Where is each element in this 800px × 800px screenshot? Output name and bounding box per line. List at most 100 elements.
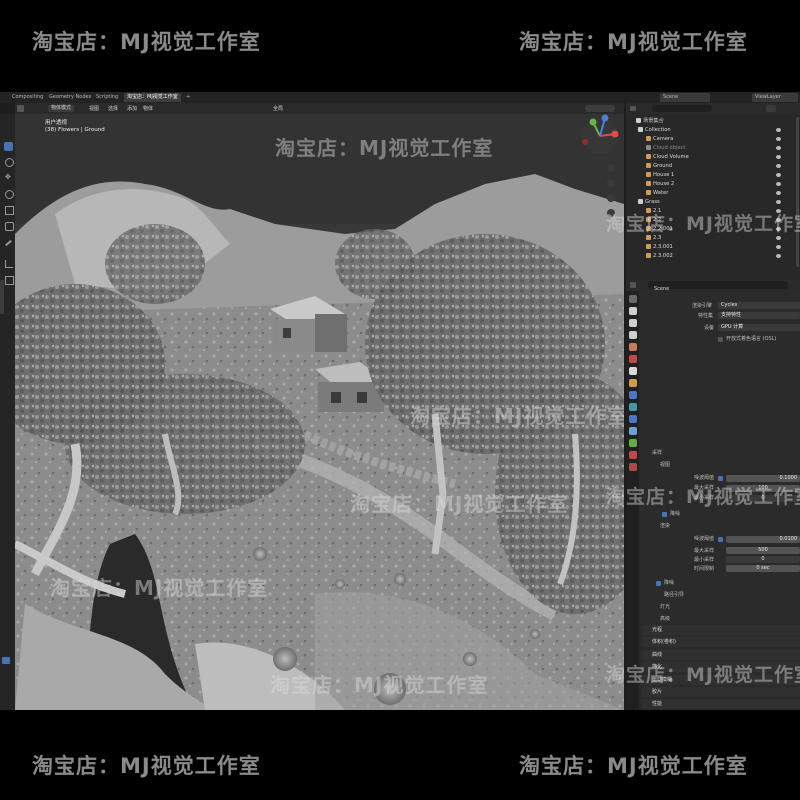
tab-custom-workspace[interactable]: 淘宝店：MJ视觉工作室 (124, 93, 181, 102)
visibility-eye-icon[interactable] (776, 245, 781, 249)
osl-checkbox[interactable] (718, 337, 723, 342)
outliner-row[interactable]: Ground (646, 162, 781, 170)
scene-selector[interactable]: Scene (660, 93, 710, 102)
options-button[interactable]: 选项 (602, 114, 612, 115)
menu-select[interactable]: 选择 (108, 105, 118, 112)
menu-object[interactable]: 物体 (143, 105, 153, 112)
outliner-row[interactable]: 2.3.002 (646, 252, 781, 260)
outliner-row[interactable]: Cloud Volume (646, 153, 781, 161)
texture-tab-icon[interactable] (629, 463, 637, 471)
device-dropdown[interactable]: GPU 计算 (718, 324, 800, 331)
select-tool-icon[interactable] (4, 142, 13, 151)
cursor-tool-icon[interactable] (5, 158, 14, 167)
time-limit-field[interactable]: 0 sec (726, 565, 800, 572)
properties-editor-icon[interactable] (630, 282, 636, 288)
constraints-tab-icon[interactable] (629, 427, 637, 435)
scale-tool-icon[interactable] (5, 206, 14, 215)
property-section-header[interactable]: 性能 (642, 699, 800, 710)
annotate-tool-icon[interactable] (5, 239, 12, 247)
outliner-search-input[interactable] (652, 105, 712, 112)
material-tab-icon[interactable] (629, 451, 637, 459)
outliner-scrollbar[interactable] (796, 117, 799, 267)
view-layer-tab-icon[interactable] (629, 331, 637, 339)
sidebar-tab-icon[interactable] (0, 280, 4, 314)
object-tab-icon[interactable] (629, 379, 637, 387)
particles-tab-icon[interactable] (629, 403, 637, 411)
lights-header[interactable]: 灯光 (660, 603, 670, 611)
visibility-eye-icon[interactable] (776, 236, 781, 240)
outliner-row[interactable]: House 1 (646, 171, 781, 179)
visibility-eye-icon[interactable] (776, 155, 781, 159)
zoom-icon[interactable] (607, 164, 615, 172)
3d-viewport[interactable]: 用户透视 (38) Flowers | Ground 选项 淘宝店：MJ视觉工作… (15, 114, 624, 710)
tab-geometry-nodes[interactable]: Geometry Nodes (46, 93, 94, 102)
visibility-eye-icon[interactable] (776, 254, 781, 258)
shading-mode-buttons[interactable] (585, 105, 615, 112)
render-tab-icon[interactable] (629, 307, 637, 315)
vp-denoise-checkbox[interactable] (662, 512, 667, 517)
output-tab-icon[interactable] (629, 319, 637, 327)
r-max-samples-field[interactable]: 500 (726, 547, 800, 554)
visibility-eye-icon[interactable] (776, 173, 781, 177)
visibility-eye-icon[interactable] (776, 128, 781, 132)
tab-compositing[interactable]: Compositing (9, 93, 46, 102)
render-engine-dropdown[interactable]: Cycles (718, 302, 800, 309)
visibility-eye-icon[interactable] (776, 182, 781, 186)
add-cube-tool-icon[interactable] (5, 276, 14, 285)
physics-tab-icon[interactable] (629, 415, 637, 423)
render-sampling-header[interactable]: 渲染 (660, 522, 670, 530)
visibility-eye-icon[interactable] (776, 137, 781, 141)
scene-tab-icon[interactable] (629, 343, 637, 351)
tab-scripting[interactable]: Scripting (93, 93, 121, 102)
editor-type-icon[interactable] (17, 105, 24, 112)
view-layer-selector[interactable]: ViewLayer (752, 93, 798, 102)
visibility-eye-icon[interactable] (776, 146, 781, 150)
move-tool-icon[interactable]: ✥ (5, 174, 12, 181)
outliner-row[interactable]: Water (646, 189, 781, 197)
advanced-header[interactable]: 高级 (660, 615, 670, 623)
outliner-row[interactable]: House 2 (646, 180, 781, 188)
bottom-status-icon[interactable] (2, 657, 10, 664)
camera-view-icon[interactable] (607, 194, 615, 202)
outliner-row[interactable]: Grass (638, 198, 781, 206)
visibility-eye-icon[interactable] (776, 191, 781, 195)
transform-tool-icon[interactable] (5, 222, 14, 231)
r-noise-threshold-checkbox[interactable] (718, 537, 723, 542)
property-section-header[interactable]: 胶片 (642, 687, 800, 697)
tool-tab-icon[interactable] (629, 295, 637, 303)
transform-orientation-dropdown[interactable]: 全局 (273, 105, 283, 112)
outliner-row[interactable]: Cloud object (646, 144, 781, 152)
blender-window: Compositing Geometry Nodes Scripting 淘宝店… (0, 92, 800, 710)
rotate-tool-icon[interactable] (5, 190, 14, 199)
r-noise-threshold-field[interactable]: 0.0100 (726, 536, 800, 543)
add-workspace-button[interactable]: + (183, 93, 193, 102)
path-guiding-header[interactable]: 路径引导 (664, 591, 684, 599)
outliner-row[interactable]: Collection (638, 126, 781, 134)
r-min-samples-field[interactable]: 0 (726, 556, 800, 563)
property-section-header[interactable]: 光程 (642, 625, 800, 635)
measure-tool-icon[interactable] (5, 260, 13, 268)
pan-hand-icon[interactable] (607, 179, 615, 187)
outliner-row[interactable]: 2.3.001 (646, 243, 781, 251)
r-denoise-checkbox[interactable] (656, 581, 661, 586)
modifier-tab-icon[interactable] (629, 391, 637, 399)
world-tab-icon[interactable] (629, 355, 637, 363)
mode-dropdown[interactable]: 物体模式 (48, 105, 75, 112)
vp-noise-threshold-checkbox[interactable] (718, 476, 723, 481)
property-section-header[interactable]: 曲线 (642, 649, 800, 660)
outliner-row[interactable]: Camera (646, 135, 781, 143)
visibility-eye-icon[interactable] (776, 164, 781, 168)
menu-view[interactable]: 视图 (89, 105, 99, 112)
sampling-header[interactable]: 采样 (652, 449, 662, 457)
visibility-eye-icon[interactable] (776, 200, 781, 204)
menu-add[interactable]: 添加 (127, 105, 137, 112)
data-tab-icon[interactable] (629, 439, 637, 447)
property-section-header[interactable]: 体积(卷积) (642, 637, 800, 648)
viewport-sampling-header[interactable]: 视图 (660, 461, 670, 469)
outliner-filter-dropdown[interactable] (766, 105, 776, 112)
collection-tab-icon[interactable] (629, 367, 637, 375)
vp-noise-threshold-field[interactable]: 0.1000 (726, 475, 800, 482)
outliner-filter-icon[interactable] (630, 106, 636, 111)
feature-set-dropdown[interactable]: 支持特性 (718, 312, 800, 319)
outliner-scene-collection[interactable]: 场景集合 (636, 117, 664, 125)
